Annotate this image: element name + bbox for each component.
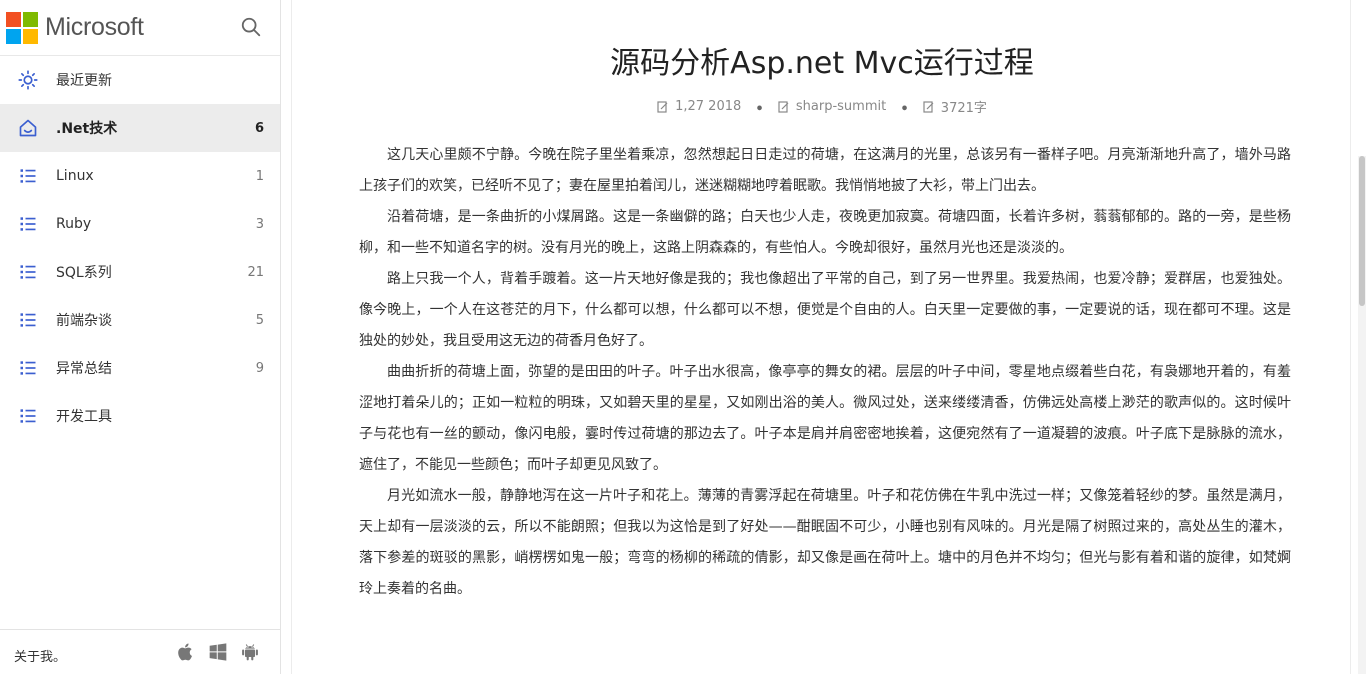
sidebar-item-label: 前端杂谈 [56,313,112,329]
meta-author[interactable]: sharp-summit [778,99,886,114]
sidebar-nav: 最近更新 .Net技术 6 Linux 1 Ruby 3 SQL系列 21 前端… [0,56,280,440]
sidebar-footer: 关于我。 [0,629,281,674]
article-panel: 源码分析Asp.net Mvc运行过程 1,27 2018 • sharp-su… [291,0,1351,674]
list-icon [20,409,36,423]
sidebar-item-linux[interactable]: Linux 1 [0,152,280,200]
meta-word-count: 3721字 [923,97,987,116]
article-paragraph: 曲曲折折的荷塘上面，弥望的是田田的叶子。叶子出水很高，像亭亭的舞女的裙。层层的叶… [359,364,1291,473]
sidebar: Microsoft 最近更新 .Net技术 6 Linux 1 Ruby 3 S… [0,0,281,674]
article-title: 源码分析Asp.net Mvc运行过程 [610,46,1034,81]
about-me-link[interactable]: 关于我。 [14,646,66,665]
article-paragraph: 这几天心里颇不宁静。今晚在院子里坐着乘凉，忽然想起日日走过的荷塘，在这满月的光里… [359,147,1291,194]
sidebar-item-label: Linux [56,168,94,184]
sidebar-item-label: 开发工具 [56,409,112,425]
meta-separator: • [900,101,909,117]
sun-icon [18,70,38,90]
scrollbar-thumb[interactable] [1359,156,1365,306]
sidebar-item-label: 异常总结 [56,361,112,377]
android-icon[interactable] [240,642,260,662]
sidebar-item-label: Ruby [56,216,92,232]
meta-separator: • [755,101,764,117]
list-icon [20,169,36,183]
home-icon [19,119,37,137]
list-icon [20,361,36,375]
article-paragraph: 沿着荷塘，是一条曲折的小煤屑路。这是一条幽僻的路；白天也少人走，夜晚更加寂寞。荷… [359,209,1291,256]
article-meta: 1,27 2018 • sharp-summit • 3721字 [292,97,1352,117]
meta-word-count-text: 3721字 [940,101,987,116]
sidebar-item-count: 21 [247,264,264,280]
sidebar-item-label: SQL系列 [56,265,112,281]
brand-header: Microsoft [0,0,280,56]
meta-author-text: sharp-summit [795,99,887,114]
sidebar-item-ruby[interactable]: Ruby 3 [0,200,280,248]
sidebar-item-count: 1 [255,168,264,184]
sidebar-item-count: 9 [255,360,264,376]
edit-icon [778,100,789,113]
meta-date: 1,27 2018 [657,99,741,114]
list-icon [20,217,36,231]
article-body: 这几天心里颇不宁静。今晚在院子里坐着乘凉，忽然想起日日走过的荷塘，在这满月的光里… [359,140,1291,605]
sidebar-item-recent[interactable]: 最近更新 [0,56,280,104]
sidebar-item-dotnet[interactable]: .Net技术 6 [0,104,280,152]
list-icon [20,265,36,279]
sidebar-item-exceptions[interactable]: 异常总结 9 [0,344,280,392]
microsoft-logo-icon[interactable] [6,11,38,44]
sidebar-item-count: 3 [255,216,264,232]
list-icon [20,313,36,327]
sidebar-item-count: 5 [255,312,264,328]
sidebar-item-label: 最近更新 [56,73,112,89]
article-paragraph: 路上只我一个人，背着手踱着。这一片天地好像是我的；我也像超出了平常的自己，到了另… [359,271,1291,349]
sidebar-item-label: .Net技术 [56,121,118,137]
sidebar-item-devtools[interactable]: 开发工具 [0,392,280,440]
article-paragraph: 月光如流水一般，静静地泻在这一片叶子和花上。薄薄的青雾浮起在荷塘里。叶子和花仿佛… [359,488,1291,597]
edit-icon [923,100,934,113]
brand-name[interactable]: Microsoft [45,13,144,42]
windows-icon[interactable] [208,642,228,662]
apple-icon[interactable] [176,642,196,662]
page-scrollbar[interactable] [1358,156,1366,674]
sidebar-item-count: 6 [254,120,264,136]
meta-date-text: 1,27 2018 [675,99,742,114]
edit-icon [657,100,668,113]
sidebar-item-frontend[interactable]: 前端杂谈 5 [0,296,280,344]
search-icon[interactable] [240,16,262,38]
sidebar-item-sql[interactable]: SQL系列 21 [0,248,280,296]
